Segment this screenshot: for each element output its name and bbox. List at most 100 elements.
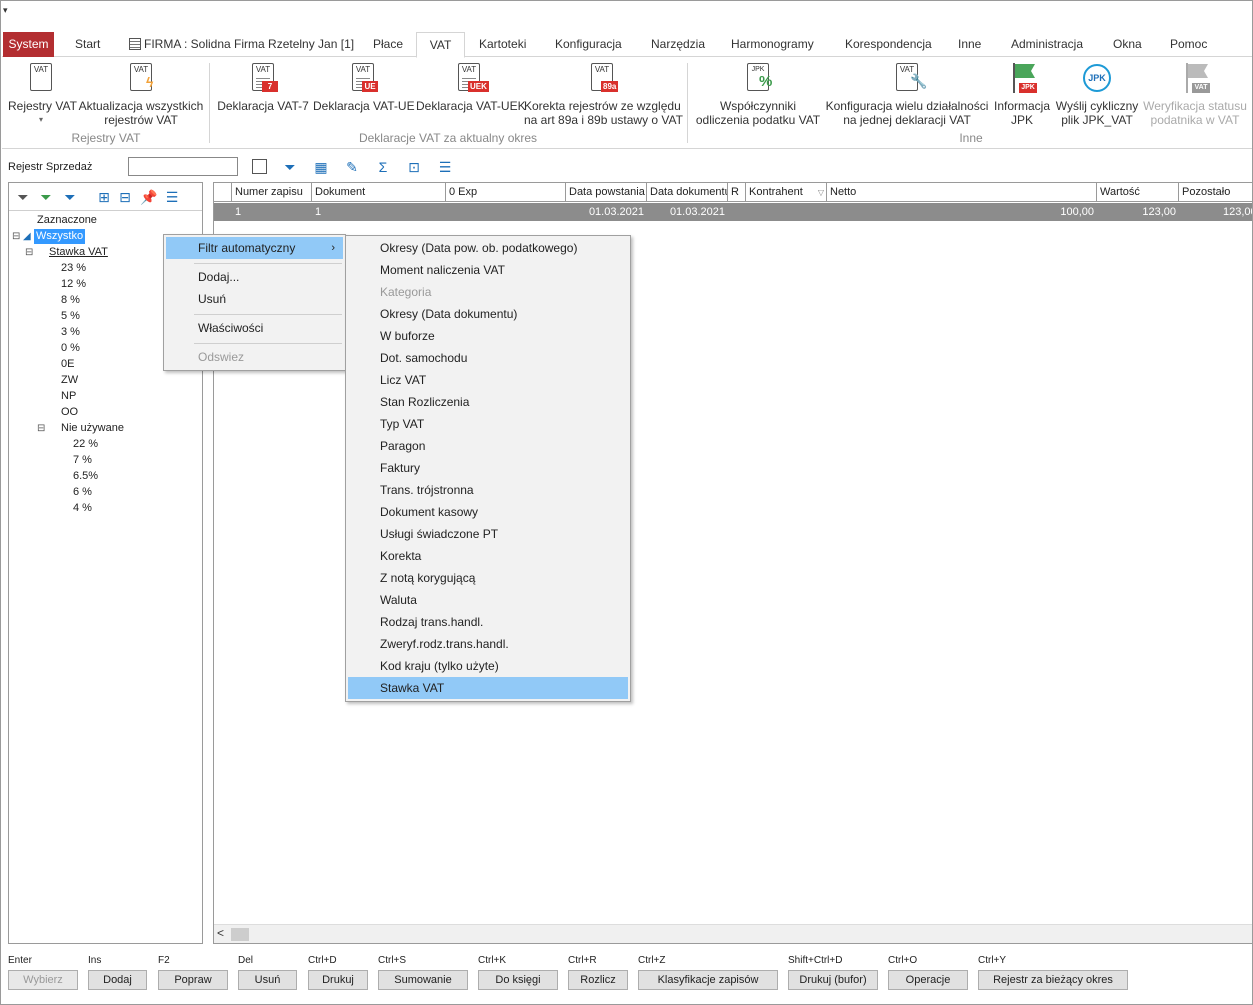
column-header[interactable]: Numer zapisu bbox=[232, 183, 312, 202]
tab-okna[interactable]: Okna bbox=[1113, 32, 1142, 57]
rozlicz-button[interactable]: Rozlicz bbox=[568, 970, 628, 990]
submenu-item[interactable]: Licz VAT bbox=[348, 369, 628, 391]
submenu-item[interactable]: Dokument kasowy bbox=[348, 501, 628, 523]
drukuj-button[interactable]: Drukuj bbox=[308, 970, 368, 990]
submenu-item[interactable]: Rodzaj trans.handl. bbox=[348, 611, 628, 633]
tree-node-rate[interactable]: ZW bbox=[61, 373, 78, 388]
column-header[interactable]: Data dokumentu bbox=[647, 183, 728, 202]
table-row[interactable]: 1 1 01.03.2021 01.03.2021 100,00 123,00 … bbox=[214, 203, 1252, 221]
wybierz-button[interactable]: Wybierz bbox=[8, 970, 78, 990]
column-header[interactable]: R bbox=[728, 183, 746, 202]
quick-access-dropdown-icon[interactable]: ▾ bbox=[3, 5, 8, 16]
tree-node-zaznaczone[interactable]: Zaznaczone bbox=[37, 213, 97, 228]
filter-icon[interactable]: ⏷ bbox=[281, 158, 299, 176]
operacje-button[interactable]: Operacje bbox=[888, 970, 968, 990]
column-header[interactable]: Wartość bbox=[1097, 183, 1179, 202]
tree-node-wszystko[interactable]: Wszystko bbox=[34, 229, 86, 244]
tab-start[interactable]: Start bbox=[75, 32, 100, 57]
menu-item-filtr-automatyczny[interactable]: Filtr automatyczny › bbox=[166, 237, 343, 259]
konfiguracja-wielu-button[interactable]: VAT 🔧 Konfiguracja wielu działalności na … bbox=[824, 61, 990, 127]
column-header[interactable]: Data powstania bbox=[566, 183, 647, 202]
wspolczynniki-button[interactable]: JPK% Współczynniki odliczenia podatku VA… bbox=[694, 61, 822, 127]
usun-button[interactable]: Usuń bbox=[238, 970, 297, 990]
menu-item-usun[interactable]: Usuń bbox=[166, 288, 343, 310]
list-icon[interactable]: ☰ bbox=[436, 158, 454, 176]
tab-place[interactable]: Płace bbox=[373, 32, 403, 57]
filter-checkbox[interactable] bbox=[252, 159, 267, 174]
tree-node-rate[interactable]: 4 % bbox=[73, 501, 92, 516]
horizontal-scrollbar[interactable]: < bbox=[214, 924, 1252, 943]
rejestr-okres-button[interactable]: Rejestr za bieżący okres bbox=[978, 970, 1128, 990]
tree-node-rate[interactable]: 7 % bbox=[73, 453, 92, 468]
column-header[interactable]: Pozostało bbox=[1179, 183, 1252, 202]
export-icon[interactable]: ⊡ bbox=[405, 158, 423, 176]
filter-table-icon[interactable]: ⏷ bbox=[61, 188, 79, 206]
column-header[interactable]: Netto bbox=[827, 183, 1097, 202]
tab-kartoteki[interactable]: Kartoteki bbox=[479, 32, 526, 57]
tree-node-rate[interactable]: OO bbox=[61, 405, 78, 420]
filter-add-icon[interactable]: ⏷ bbox=[37, 188, 55, 206]
tree-node-rate[interactable]: 23 % bbox=[61, 261, 86, 276]
tab-pomoc[interactable]: Pomoc bbox=[1170, 32, 1207, 57]
column-header[interactable]: 0 Exp bbox=[446, 183, 566, 202]
filter-clear-icon[interactable]: ⏷ bbox=[14, 188, 32, 206]
informacja-jpk-button[interactable]: JPK Informacja JPK bbox=[992, 61, 1052, 127]
tab-harmonogramy[interactable]: Harmonogramy bbox=[731, 32, 814, 57]
pin-icon[interactable]: 📌 bbox=[140, 188, 158, 206]
menu-item-wlasciwosci[interactable]: Właściwości bbox=[166, 317, 343, 339]
deklaracja-vat7-button[interactable]: VAT 7 Deklaracja VAT-7 bbox=[216, 61, 310, 113]
submenu-item[interactable]: Stan Rozliczenia bbox=[348, 391, 628, 413]
filter-table-icon[interactable]: ▦ bbox=[312, 158, 330, 176]
submenu-item[interactable]: Usługi świadczone PT bbox=[348, 523, 628, 545]
collapse-icon[interactable]: ⊟ bbox=[25, 245, 33, 260]
tree-node-rate[interactable]: 6.5% bbox=[73, 469, 98, 484]
submenu-item[interactable]: Typ VAT bbox=[348, 413, 628, 435]
menu-item-dodaj[interactable]: Dodaj... bbox=[166, 266, 343, 288]
submenu-item[interactable]: Kategoria bbox=[348, 281, 628, 303]
sum-icon[interactable]: Σ bbox=[374, 158, 392, 176]
tree-node-rate[interactable]: NP bbox=[61, 389, 76, 404]
submenu-item[interactable]: Faktury bbox=[348, 457, 628, 479]
tree-node-rate[interactable]: 8 % bbox=[61, 293, 80, 308]
tab-vat[interactable]: VAT bbox=[416, 32, 465, 58]
collapse-icon[interactable]: ⊟ bbox=[37, 421, 45, 436]
submenu-item[interactable]: Korekta bbox=[348, 545, 628, 567]
rejestry-vat-button[interactable]: VAT Rejestry VAT ▾ bbox=[8, 61, 77, 127]
column-header[interactable]: Dokument bbox=[312, 183, 446, 202]
filter-input[interactable] bbox=[128, 157, 238, 176]
wyslij-jpk-button[interactable]: JPK Wyślij cykliczny plik JPK_VAT bbox=[1054, 61, 1140, 127]
klasyfikacje-button[interactable]: Klasyfikacje zapisów bbox=[638, 970, 778, 990]
tab-narzedzia[interactable]: Narzędzia bbox=[651, 32, 705, 57]
tree-node-nie-uzywane[interactable]: Nie używane bbox=[61, 421, 124, 436]
tree-node-rate[interactable]: 12 % bbox=[61, 277, 86, 292]
submenu-item[interactable]: Dot. samochodu bbox=[348, 347, 628, 369]
submenu-item[interactable]: Moment naliczenia VAT bbox=[348, 259, 628, 281]
tree-expand-icon[interactable]: ⊞ bbox=[95, 188, 113, 206]
deklaracja-vatuek-button[interactable]: VAT UEK Deklaracja VAT-UEK bbox=[416, 61, 526, 113]
tab-inne[interactable]: Inne bbox=[958, 32, 981, 57]
tree-node-rate[interactable]: 0 % bbox=[61, 341, 80, 356]
edit-icon[interactable]: ✎ bbox=[343, 158, 361, 176]
submenu-item[interactable]: Z notą korygującą bbox=[348, 567, 628, 589]
submenu-item[interactable]: Zweryf.rodz.trans.handl. bbox=[348, 633, 628, 655]
tree-node-stawka-vat[interactable]: Stawka VAT bbox=[49, 245, 108, 260]
deklaracja-vatue-button[interactable]: VAT UE Deklaracja VAT-UE bbox=[313, 61, 415, 113]
korekta-rejestrow-button[interactable]: VAT 89a Korekta rejestrów ze względu na a… bbox=[524, 61, 683, 127]
tree-list-icon[interactable]: ☰ bbox=[163, 188, 181, 206]
tab-korespondencja[interactable]: Korespondencja bbox=[845, 32, 932, 57]
submenu-item[interactable]: Okresy (Data dokumentu) bbox=[348, 303, 628, 325]
filter-dropdown-icon[interactable]: ▽ bbox=[818, 183, 824, 202]
submenu-item-stawka-vat[interactable]: Stawka VAT bbox=[348, 677, 628, 699]
tab-firma[interactable]: FIRMA : Solidna Firma Rzetelny Jan [1] bbox=[129, 32, 354, 57]
scroll-left-icon[interactable]: < bbox=[217, 926, 224, 940]
tree-node-rate[interactable]: 3 % bbox=[61, 325, 80, 340]
tab-konfiguracja[interactable]: Konfiguracja bbox=[555, 32, 622, 57]
weryfikacja-statusu-button[interactable]: VAT Weryfikacja statusu podatnika w VAT bbox=[1142, 61, 1248, 127]
tab-system[interactable]: System bbox=[3, 32, 54, 57]
do-ksiegi-button[interactable]: Do księgi bbox=[478, 970, 558, 990]
aktualizacja-rejestrow-button[interactable]: VAT ϟ Aktualizacja wszystkich rejestrów V… bbox=[78, 61, 204, 127]
submenu-item[interactable]: Trans. trójstronna bbox=[348, 479, 628, 501]
popraw-button[interactable]: Popraw bbox=[158, 970, 228, 990]
scroll-thumb[interactable] bbox=[231, 928, 249, 941]
collapse-icon[interactable]: ⊟ bbox=[12, 229, 20, 244]
